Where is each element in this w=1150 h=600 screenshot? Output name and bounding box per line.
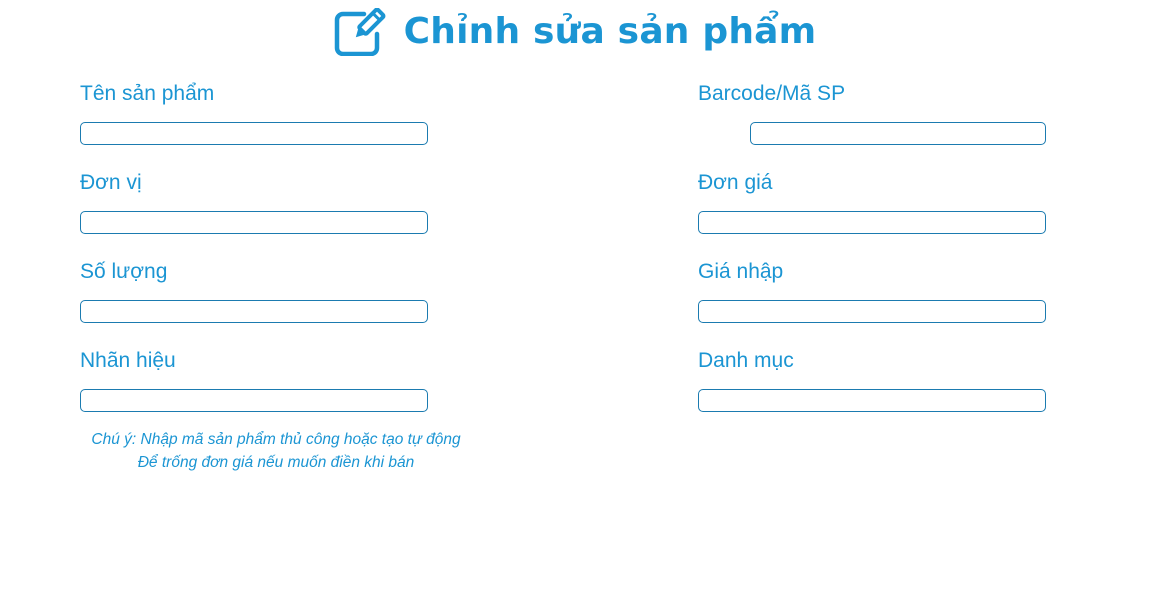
page-title: Chỉnh sửa sản phẩm (403, 11, 817, 52)
note-line-2: Để trống đơn giá nếu muốn điền khi bán (137, 454, 415, 471)
barcode-input[interactable] (750, 122, 1046, 145)
unit-price-input[interactable] (698, 211, 1046, 234)
brand-label: Nhãn hiệu (80, 349, 176, 372)
barcode-label: Barcode/Mã SP (698, 82, 846, 105)
unit-input[interactable] (80, 211, 428, 234)
product-name-label: Tên sản phẩm (80, 82, 215, 105)
unit-price-label: Đơn giá (698, 171, 773, 194)
form-note: Chú ý: Nhập mã sản phẩm thủ công hoặc tạ… (80, 428, 472, 474)
brand-input[interactable] (80, 389, 428, 412)
category-input[interactable] (698, 389, 1046, 412)
product-name-input[interactable] (80, 122, 428, 145)
edit-icon (334, 7, 386, 57)
category-label: Danh mục (698, 349, 794, 372)
quantity-input[interactable] (80, 300, 428, 323)
page-header: Chỉnh sửa sản phẩm (0, 7, 1150, 57)
import-price-input[interactable] (698, 300, 1046, 323)
unit-label: Đơn vị (80, 171, 142, 194)
quantity-label: Số lượng (80, 260, 168, 283)
note-line-1: Chú ý: Nhập mã sản phẩm thủ công hoặc tạ… (91, 431, 461, 448)
import-price-label: Giá nhập (698, 260, 784, 283)
